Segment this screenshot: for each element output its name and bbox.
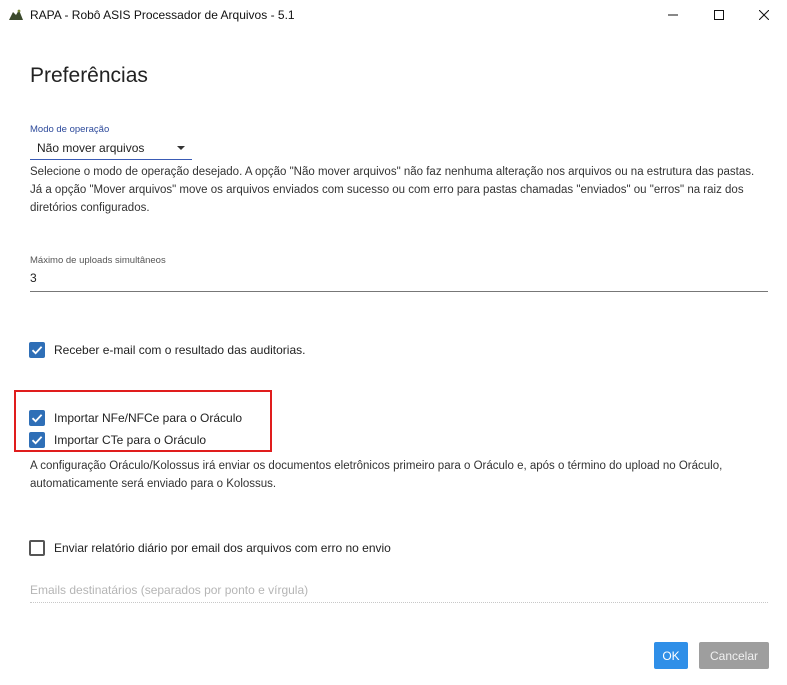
import-nfe-label: Importar NFe/NFCe para o Oráculo bbox=[54, 411, 243, 425]
minimize-button[interactable] bbox=[650, 0, 696, 30]
rapa-app-icon bbox=[8, 8, 24, 22]
check-icon bbox=[31, 436, 43, 445]
daily-report-option[interactable]: Enviar relatório diário por email dos ar… bbox=[29, 540, 391, 556]
import-nfe-checkbox[interactable] bbox=[29, 410, 45, 426]
daily-report-label: Enviar relatório diário por email dos ar… bbox=[54, 541, 391, 555]
uploads-label: Máximo de uploads simultâneos bbox=[30, 255, 166, 266]
email-result-label: Receber e-mail com o resultado das audit… bbox=[54, 343, 306, 357]
page-title: Preferências bbox=[30, 64, 148, 87]
emails-input[interactable]: Emails destinatários (separados por pont… bbox=[30, 580, 768, 603]
mode-label: Modo de operação bbox=[30, 124, 110, 135]
dropdown-arrow-icon bbox=[177, 146, 185, 150]
minimize-icon bbox=[668, 7, 678, 23]
title-bar: RAPA - Robô ASIS Processador de Arquivos… bbox=[0, 0, 787, 30]
check-icon bbox=[31, 346, 43, 355]
close-icon bbox=[758, 7, 770, 23]
window-title: RAPA - Robô ASIS Processador de Arquivos… bbox=[30, 8, 295, 22]
import-nfe-option[interactable]: Importar NFe/NFCe para o Oráculo bbox=[29, 410, 242, 426]
uploads-input[interactable]: 3 bbox=[30, 268, 768, 292]
mode-description: Selecione o modo de operação desejado. A… bbox=[30, 166, 755, 214]
maximize-button[interactable] bbox=[696, 0, 742, 30]
mode-select[interactable]: Não mover arquivos bbox=[30, 138, 192, 160]
import-cte-label: Importar CTe para o Oráculo bbox=[54, 433, 207, 447]
oraculo-description: A configuração Oráculo/Kolossus irá envi… bbox=[30, 460, 723, 490]
cancel-button[interactable]: Cancelar bbox=[699, 642, 769, 669]
daily-report-checkbox[interactable] bbox=[29, 540, 45, 556]
maximize-icon bbox=[714, 7, 724, 23]
ok-button[interactable]: OK bbox=[654, 642, 688, 669]
import-cte-option[interactable]: Importar CTe para o Oráculo bbox=[29, 432, 206, 448]
email-result-checkbox[interactable] bbox=[29, 342, 45, 358]
emails-placeholder: Emails destinatários (separados por pont… bbox=[30, 583, 309, 597]
check-icon bbox=[31, 414, 43, 423]
uploads-value: 3 bbox=[30, 271, 37, 285]
email-result-option[interactable]: Receber e-mail com o resultado das audit… bbox=[29, 342, 305, 358]
import-cte-checkbox[interactable] bbox=[29, 432, 45, 448]
close-button[interactable] bbox=[741, 0, 787, 30]
mode-select-value: Não mover arquivos bbox=[37, 141, 145, 155]
